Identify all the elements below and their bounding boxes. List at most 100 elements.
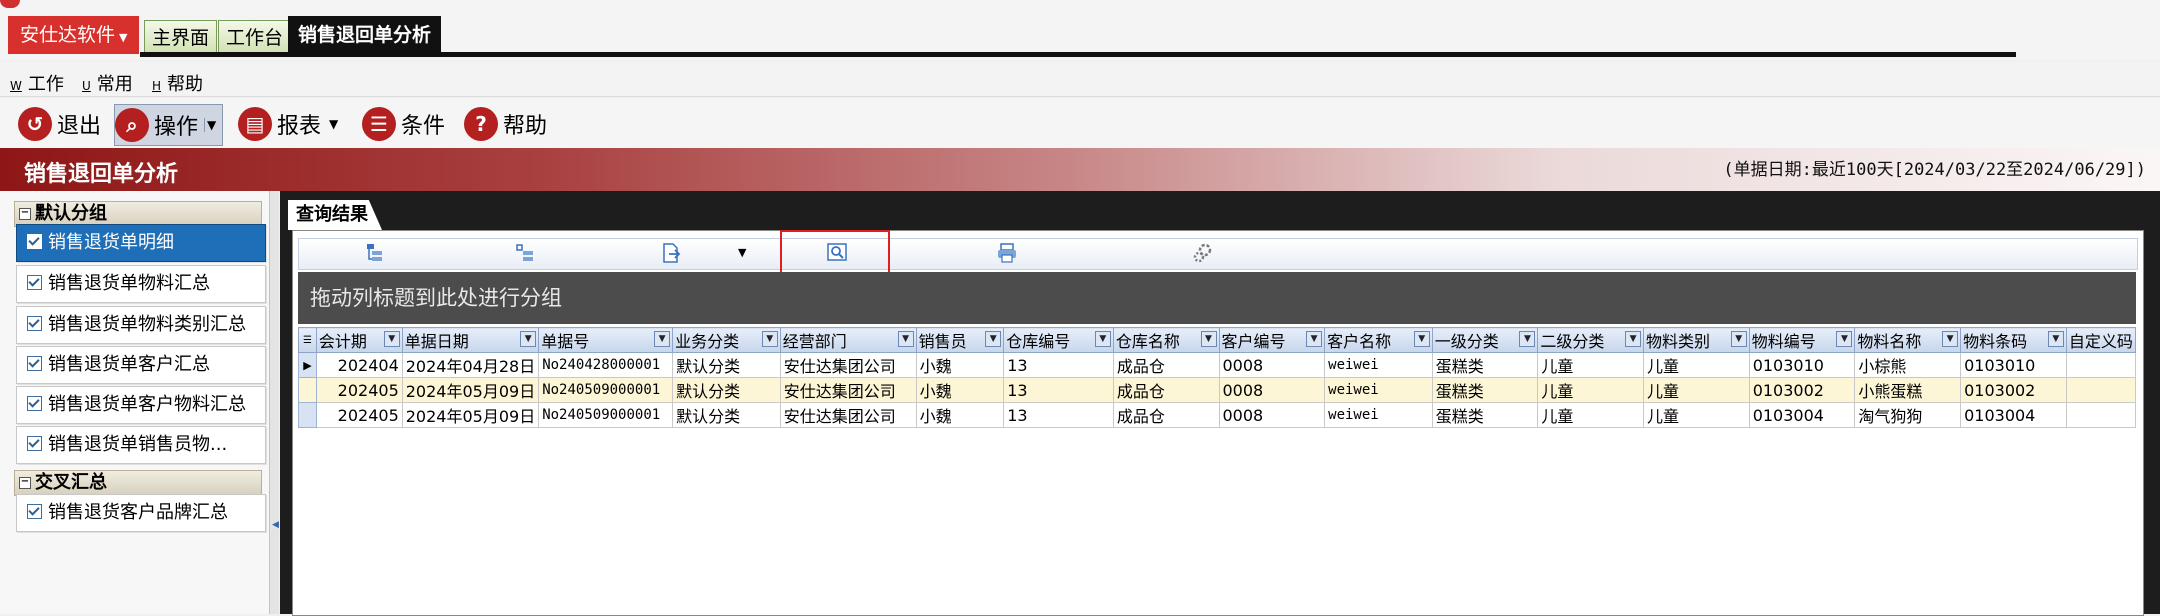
checkbox-icon[interactable]: [27, 234, 42, 249]
filter-dropdown-icon[interactable]: ▼: [761, 331, 778, 347]
nav-item-salesperson-summary[interactable]: 销售退货单销售员物...: [16, 426, 266, 464]
nav-item-material-category-summary[interactable]: 销售退货单物料类别汇总: [16, 306, 266, 344]
column-header[interactable]: 二级分类 ▼: [1537, 327, 1645, 353]
cell[interactable]: 淘气狗狗: [1854, 402, 1962, 428]
cell[interactable]: 成品仓: [1112, 352, 1220, 378]
row-pointer-icon[interactable]: ▶: [298, 352, 317, 378]
cell[interactable]: 202405: [315, 402, 403, 428]
column-header[interactable]: 客户名称 ▼: [1324, 327, 1433, 353]
cell[interactable]: 0103004: [1748, 402, 1856, 428]
table-row[interactable]: 202405 2024年05月09日 No240509000001 默认分类 安…: [298, 402, 2137, 428]
cell[interactable]: 小魏: [915, 377, 1005, 403]
filter-dropdown-icon[interactable]: ▼: [1730, 331, 1747, 347]
exit-button[interactable]: ↺ 退出: [18, 104, 101, 144]
cell[interactable]: 0103010: [1748, 352, 1856, 378]
operate-button[interactable]: ⌕ 操作 ▼: [114, 104, 224, 146]
filter-dropdown-icon[interactable]: ▼: [1200, 331, 1217, 347]
cell[interactable]: 蛋糕类: [1431, 352, 1539, 378]
cell[interactable]: 成品仓: [1112, 402, 1220, 428]
cell[interactable]: No240509000001: [538, 402, 674, 428]
cell[interactable]: 儿童: [1643, 352, 1750, 378]
cell[interactable]: 小魏: [915, 352, 1005, 378]
filter-dropdown-icon[interactable]: ▼: [1519, 331, 1536, 347]
printer-icon[interactable]: [996, 242, 1018, 264]
cell[interactable]: No240428000001: [538, 352, 674, 378]
filter-dropdown-icon[interactable]: ▼: [520, 331, 537, 347]
export-icon[interactable]: [660, 242, 682, 264]
cell[interactable]: 小魏: [915, 402, 1005, 428]
row-indicator-header[interactable]: ☰: [298, 327, 317, 353]
cell[interactable]: 默认分类: [672, 352, 781, 378]
cell[interactable]: 0103002: [1960, 377, 2067, 403]
column-header[interactable]: 物料名称 ▼: [1854, 327, 1962, 353]
cell[interactable]: 成品仓: [1112, 377, 1220, 403]
column-header[interactable]: 仓库名称 ▼: [1112, 327, 1220, 353]
collapse-rows-icon[interactable]: [514, 242, 536, 264]
expand-rows-icon[interactable]: [364, 242, 386, 264]
cell[interactable]: 蛋糕类: [1431, 377, 1539, 403]
filter-dropdown-icon[interactable]: ▼: [383, 331, 400, 347]
collapse-icon[interactable]: −: [19, 208, 31, 220]
tab-query-results[interactable]: 查询结果: [288, 200, 382, 230]
checkbox-icon[interactable]: [27, 396, 42, 411]
nav-item-customer-summary[interactable]: 销售退货单客户汇总: [16, 346, 266, 384]
tab-home[interactable]: 主界面: [144, 20, 218, 56]
cell[interactable]: 儿童: [1643, 402, 1750, 428]
cell[interactable]: [2065, 402, 2137, 428]
cell[interactable]: 儿童: [1537, 377, 1645, 403]
report-button[interactable]: ▤ 报表 ▼: [238, 104, 338, 144]
collapse-arrow-icon[interactable]: ◀: [272, 520, 279, 530]
column-header[interactable]: 客户编号 ▼: [1218, 327, 1326, 353]
row-indicator[interactable]: [298, 402, 317, 428]
checkbox-icon[interactable]: [27, 275, 42, 290]
cell[interactable]: [2065, 352, 2137, 378]
filter-dropdown-icon[interactable]: ▼: [2047, 331, 2064, 347]
cell[interactable]: 小熊蛋糕: [1854, 377, 1962, 403]
cell[interactable]: 0008: [1218, 402, 1326, 428]
menu-work[interactable]: W 工作: [10, 70, 64, 96]
filter-dropdown-icon[interactable]: ▼: [985, 331, 1002, 347]
filter-dropdown-icon[interactable]: ▼: [1836, 331, 1853, 347]
cell[interactable]: weiwei: [1324, 377, 1433, 403]
filter-dropdown-icon[interactable]: ▼: [654, 331, 671, 347]
cell[interactable]: 202405: [315, 377, 403, 403]
column-header[interactable]: 物料条码 ▼: [1960, 327, 2067, 353]
help-button[interactable]: ? 帮助: [464, 104, 547, 144]
table-row[interactable]: ▶ 202404 2024年04月28日 No240428000001 默认分类…: [298, 352, 2137, 378]
row-indicator[interactable]: [298, 377, 317, 403]
column-header[interactable]: 单据日期 ▼: [401, 327, 540, 353]
column-header[interactable]: 单据号 ▼: [538, 327, 674, 353]
column-header[interactable]: 一级分类 ▼: [1431, 327, 1539, 353]
cell[interactable]: 13: [1003, 402, 1114, 428]
app-menu-button[interactable]: 安仕达软件 ▼: [8, 16, 140, 54]
chevron-down-icon[interactable]: ▼: [204, 118, 218, 132]
cell[interactable]: 安仕达集团公司: [779, 352, 917, 378]
cell[interactable]: 默认分类: [672, 377, 781, 403]
cell[interactable]: 默认分类: [672, 402, 781, 428]
tab-sales-return-analysis[interactable]: 销售退回单分析: [288, 16, 442, 54]
cell[interactable]: 13: [1003, 377, 1114, 403]
condition-button[interactable]: ☰ 条件: [362, 104, 445, 144]
cell[interactable]: 2024年05月09日: [401, 377, 540, 403]
cell[interactable]: 安仕达集团公司: [779, 377, 917, 403]
column-header[interactable]: 仓库编号 ▼: [1003, 327, 1114, 353]
nav-item-material-summary[interactable]: 销售退货单物料汇总: [16, 265, 266, 303]
column-header[interactable]: 销售员 ▼: [915, 327, 1005, 353]
checkbox-icon[interactable]: [27, 316, 42, 331]
cell[interactable]: 202404: [315, 352, 403, 378]
column-header[interactable]: 会计期 ▼: [315, 327, 403, 353]
cell[interactable]: 2024年05月09日: [401, 402, 540, 428]
checkbox-icon[interactable]: [27, 356, 42, 371]
cell[interactable]: 小棕熊: [1854, 352, 1962, 378]
cell[interactable]: 儿童: [1537, 402, 1645, 428]
table-row[interactable]: 202405 2024年05月09日 No240509000001 默认分类 安…: [298, 377, 2137, 403]
nav-item-customer-brand-summary[interactable]: 销售退货客户品牌汇总: [16, 494, 266, 532]
group-by-drop-area[interactable]: 拖动列标题到此处进行分组: [298, 272, 2136, 324]
filter-dropdown-icon[interactable]: ▼: [1413, 331, 1430, 347]
cell[interactable]: 13: [1003, 352, 1114, 378]
column-header[interactable]: 业务分类 ▼: [672, 327, 781, 353]
checkbox-icon[interactable]: [27, 504, 42, 519]
checkbox-icon[interactable]: [27, 436, 42, 451]
cell[interactable]: 0008: [1218, 352, 1326, 378]
settings-gear-icon[interactable]: [1192, 242, 1214, 264]
